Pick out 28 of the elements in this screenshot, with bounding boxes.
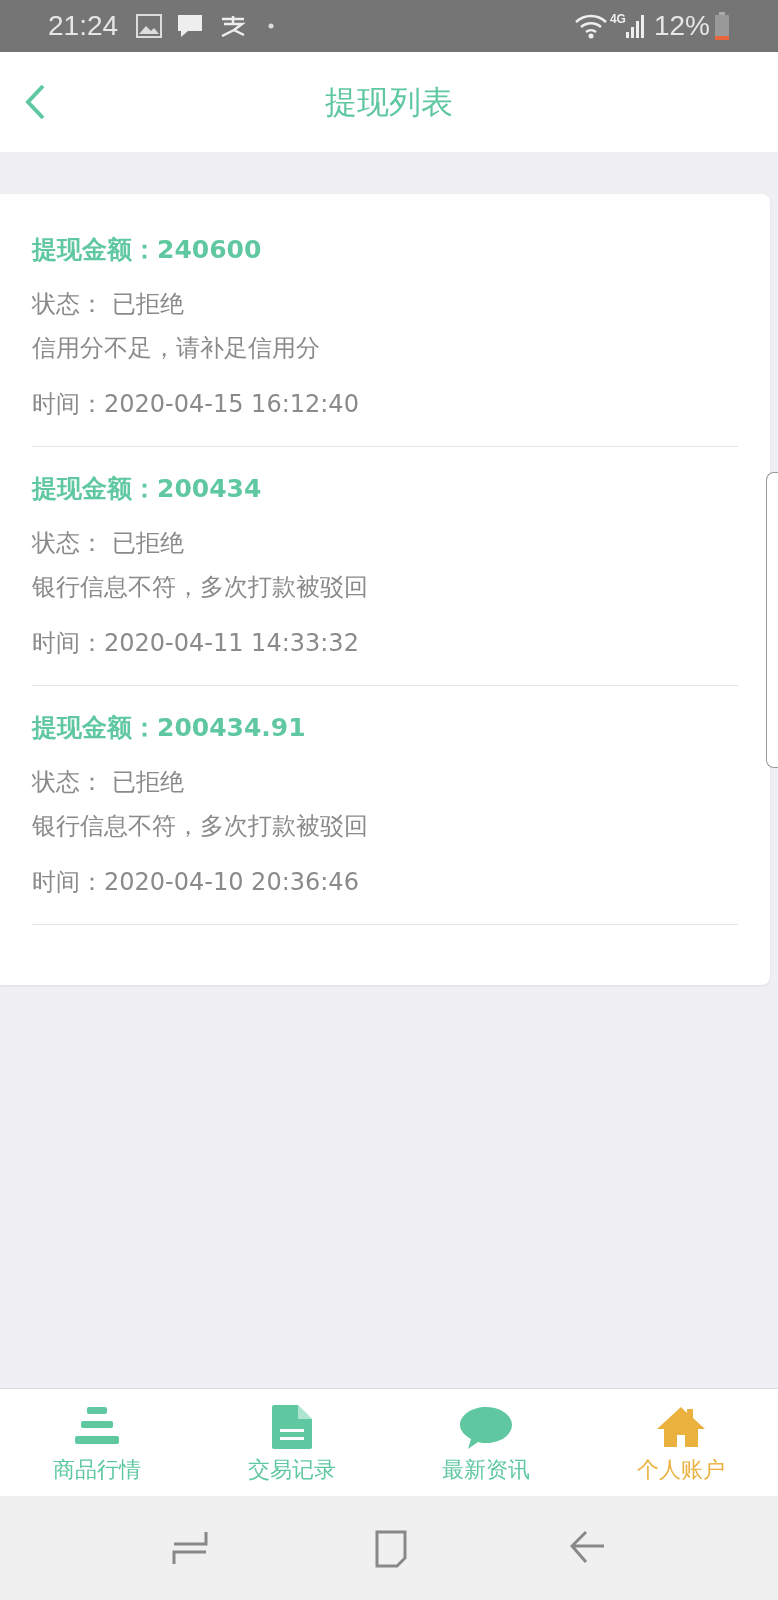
tab-item[interactable]: 个人账户 [583, 1389, 778, 1496]
record-reason: 银行信息不符，多次打款被驳回 [32, 811, 369, 842]
withdraw-amount: 提现金额：200434 [32, 473, 263, 505]
page-title: 提现列表 [325, 82, 453, 123]
edge-panel-handle[interactable] [766, 472, 778, 768]
message-icon [176, 13, 205, 39]
record-status: 状态： 已拒绝 [32, 767, 185, 798]
withdraw-amount: 提现金额：240600 [32, 234, 263, 266]
tab-item[interactable]: 最新资讯 [389, 1389, 584, 1496]
record-reason: 信用分不足，请补足信用分 [32, 333, 321, 364]
tab-item[interactable]: 商品行情 [0, 1389, 195, 1496]
image-icon [136, 14, 163, 38]
record-time: 时间：2020-04-10 20:36:46 [32, 867, 360, 898]
battery-percent: 12% [653, 9, 710, 43]
battery-icon [714, 12, 730, 40]
record-status: 状态： 已拒绝 [32, 528, 185, 559]
back-icon [25, 84, 45, 120]
record-status: 状态： 已拒绝 [32, 289, 185, 320]
tab-item[interactable]: 交易记录 [194, 1389, 389, 1496]
status-time: 21:24 [48, 9, 119, 43]
wifi-icon [573, 13, 608, 39]
signal-icon [625, 14, 646, 38]
record-reason: 银行信息不符，多次打款被驳回 [32, 572, 369, 603]
withdraw-amount: 提现金额：200434.91 [32, 712, 307, 744]
dot-icon [268, 23, 275, 29]
record-time: 时间：2020-04-11 14:33:32 [32, 628, 360, 659]
record-time: 时间：2020-04-15 16:12:40 [32, 389, 360, 420]
network-type: 4G [609, 11, 626, 28]
